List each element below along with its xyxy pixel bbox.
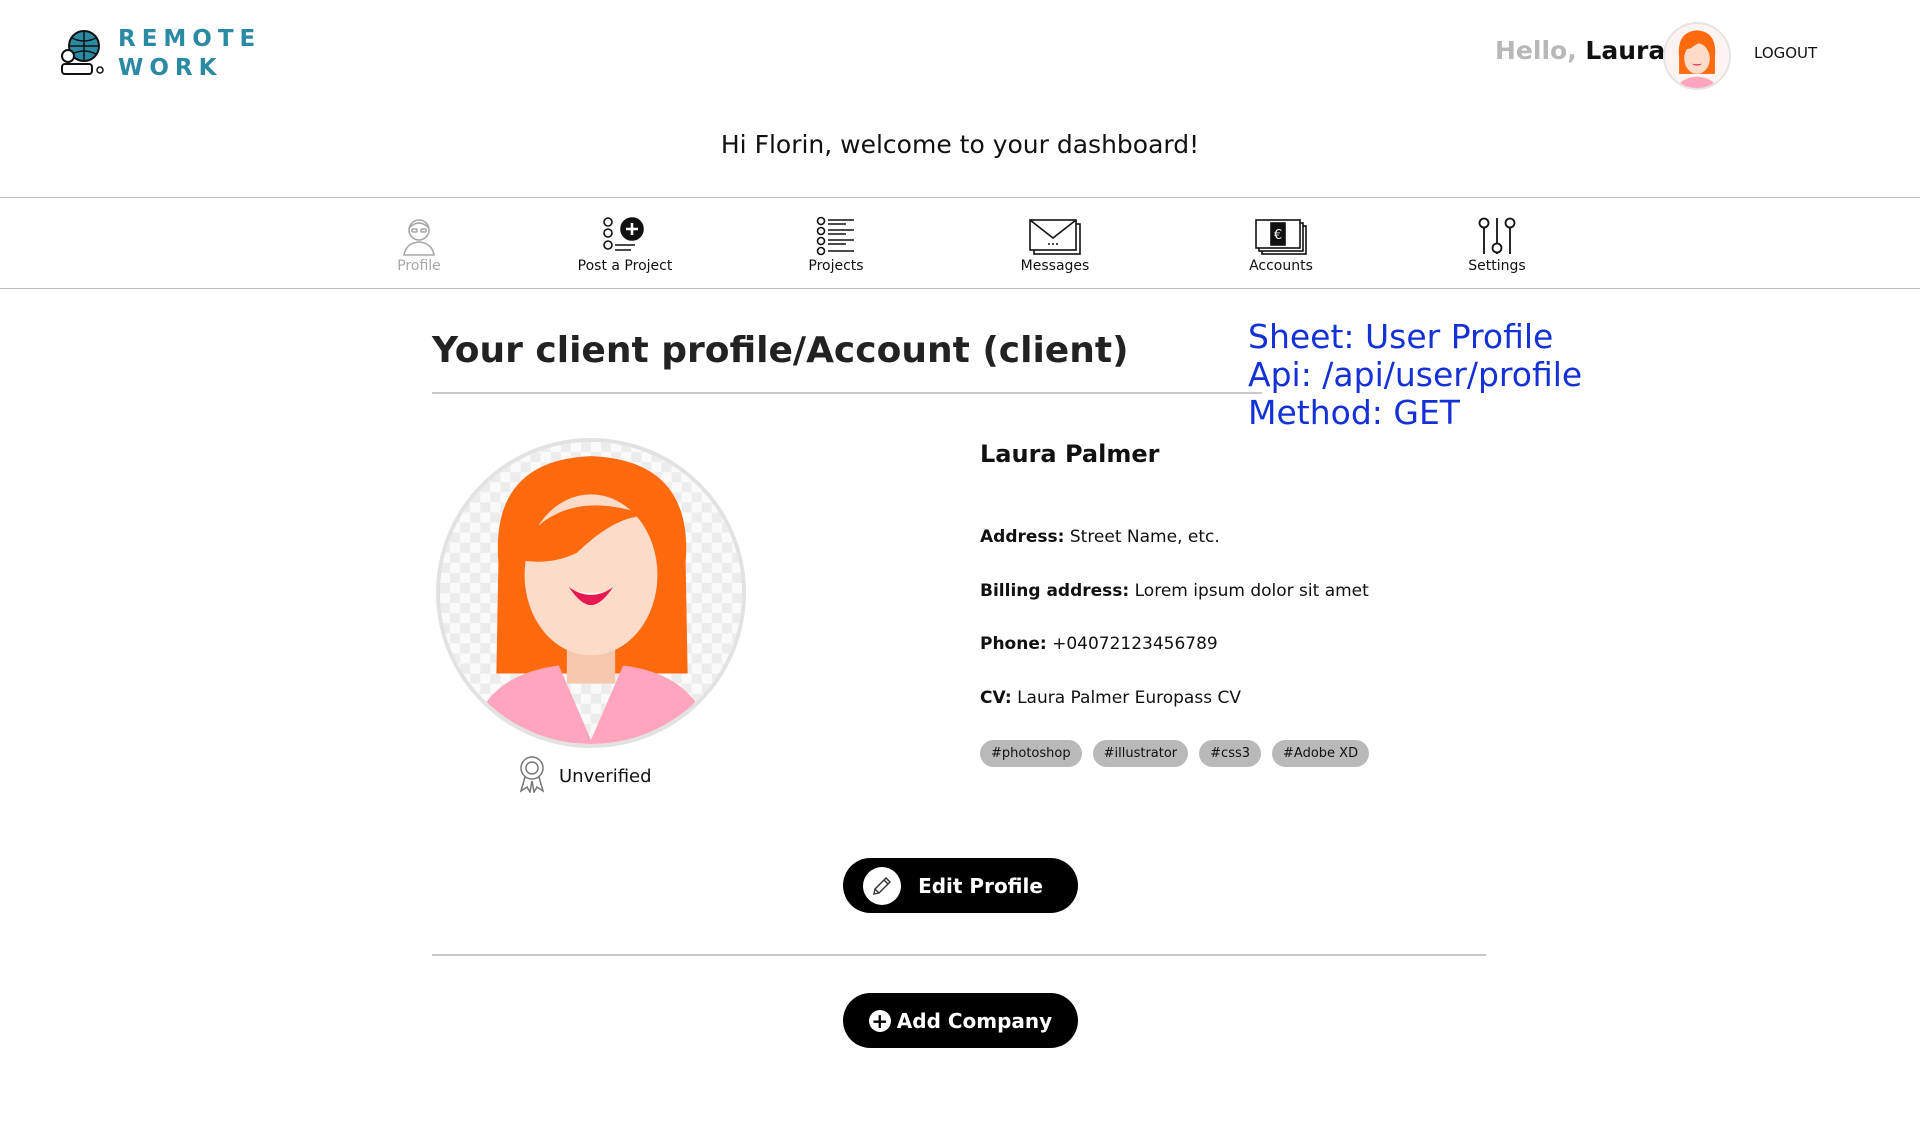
logout-link[interactable]: LOGOUT	[1754, 44, 1817, 62]
field-label: Billing address:	[980, 581, 1130, 601]
badge-icon	[517, 755, 547, 797]
plus-circle-icon: +	[868, 1009, 891, 1032]
page-title: Your client profile/Account (client)	[432, 330, 1129, 371]
sliders-icon	[1427, 214, 1567, 256]
verification-status-text: Unverified	[559, 765, 652, 787]
envelope-icon	[985, 214, 1125, 256]
nav-item-projects[interactable]: Projects	[766, 214, 906, 274]
profile-phone: Phone: +04072123456789	[980, 634, 1218, 654]
greeting-user-name: Laura	[1585, 36, 1666, 65]
euro-cards-icon: €	[1211, 214, 1351, 256]
add-company-button[interactable]: + Add Company	[843, 993, 1078, 1048]
user-avatar[interactable]	[1663, 22, 1731, 90]
api-annotation: Sheet: User Profile Api: /api/user/profi…	[1248, 317, 1583, 432]
profile-avatar[interactable]	[436, 438, 746, 748]
user-greeting: Hello, Laura	[1495, 36, 1665, 65]
svg-text:€: €	[1274, 228, 1282, 243]
profile-billing-address: Billing address: Lorem ipsum dolor sit a…	[980, 581, 1369, 601]
skill-tag[interactable]: #illustrator	[1092, 740, 1189, 767]
nav-label-accounts: Accounts	[1249, 258, 1313, 274]
skill-tag[interactable]: #Adobe XD	[1272, 740, 1370, 767]
edit-profile-label: Edit Profile	[918, 873, 1043, 898]
logo[interactable]: REMOTE WORK	[58, 24, 258, 84]
profile-full-name: Laura Palmer	[980, 440, 1160, 468]
nav-label-messages: Messages	[1020, 258, 1090, 274]
field-value[interactable]: Laura Palmer Europass CV	[1017, 688, 1241, 708]
section-divider	[432, 954, 1486, 956]
nav-label-projects: Projects	[808, 258, 864, 274]
profile-address: Address: Street Name, etc.	[980, 527, 1220, 547]
add-company-label: Add Company	[896, 1008, 1053, 1033]
nav-label-profile: Profile	[397, 258, 441, 274]
verification-status: Unverified	[517, 755, 652, 797]
welcome-message: Hi Florin, welcome to your dashboard!	[720, 130, 1200, 159]
logo-line-1: REMOTE	[118, 26, 262, 52]
nav-item-post-project[interactable]: Post a Project	[555, 214, 695, 274]
skill-tags: #photoshop #illustrator #css3 #Adobe XD	[980, 740, 1370, 767]
field-value: +04072123456789	[1052, 634, 1218, 654]
nav-label-post-project: Post a Project	[577, 258, 673, 274]
field-value: Lorem ipsum dolor sit amet	[1134, 581, 1369, 601]
nav-item-messages[interactable]: Messages	[985, 214, 1125, 274]
post-project-icon	[555, 214, 695, 256]
nav-item-profile[interactable]: Profile	[349, 214, 489, 274]
main-nav: Profile Post a Project Projects Messages…	[0, 197, 1920, 289]
skill-tag[interactable]: #photoshop	[980, 740, 1082, 767]
user-icon	[349, 214, 489, 256]
skill-tag[interactable]: #css3	[1199, 740, 1262, 767]
field-label: CV:	[980, 688, 1012, 708]
list-icon	[766, 214, 906, 256]
field-value: Street Name, etc.	[1069, 527, 1220, 547]
logo-line-2: WORK	[118, 55, 223, 81]
pencil-icon	[863, 867, 901, 905]
nav-label-settings: Settings	[1468, 258, 1526, 274]
greeting-text: Hello,	[1495, 36, 1577, 65]
logo-text: REMOTE WORK	[118, 25, 261, 83]
nav-item-settings[interactable]: Settings	[1427, 214, 1567, 274]
profile-cv: CV: Laura Palmer Europass CV	[980, 688, 1241, 708]
title-divider	[432, 392, 1262, 394]
globe-icon	[58, 26, 106, 82]
field-label: Phone:	[980, 634, 1047, 654]
field-label: Address:	[980, 527, 1065, 547]
nav-item-accounts[interactable]: € Accounts	[1211, 214, 1351, 274]
edit-profile-button[interactable]: Edit Profile	[843, 858, 1078, 913]
